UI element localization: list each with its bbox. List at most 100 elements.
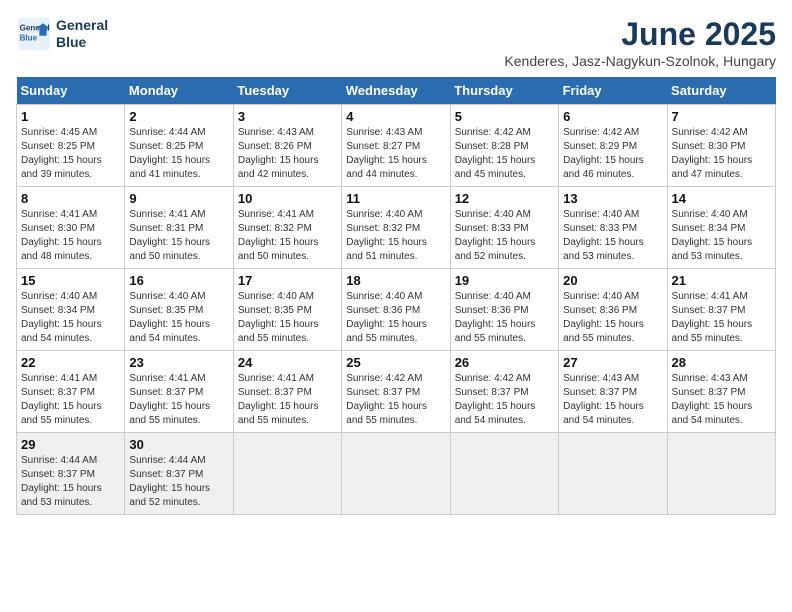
logo: General Blue General Blue (16, 16, 108, 52)
day-number: 11 (346, 191, 445, 206)
calendar-day-cell: 16 Sunrise: 4:40 AM Sunset: 8:35 PM Dayli… (125, 269, 233, 351)
calendar-day-cell: 7 Sunrise: 4:42 AM Sunset: 8:30 PM Daylig… (667, 105, 775, 187)
day-number: 12 (455, 191, 554, 206)
day-number: 15 (21, 273, 120, 288)
calendar-day-cell: 10 Sunrise: 4:41 AM Sunset: 8:32 PM Dayli… (233, 187, 341, 269)
day-info: Sunrise: 4:41 AM Sunset: 8:31 PM Dayligh… (129, 208, 228, 264)
day-info: Sunrise: 4:40 AM Sunset: 8:32 PM Dayligh… (346, 208, 445, 264)
day-number: 24 (238, 355, 337, 370)
weekday-header-tuesday: Tuesday (233, 77, 341, 105)
calendar-day-cell: 22 Sunrise: 4:41 AM Sunset: 8:37 PM Dayli… (17, 351, 125, 433)
calendar-day-cell: 27Sunrise: 4:43 AM Sunset: 8:37 PM Dayli… (559, 351, 667, 433)
day-info: Sunrise: 4:41 AM Sunset: 8:37 PM Dayligh… (21, 372, 120, 428)
day-info: Sunrise: 4:40 AM Sunset: 8:34 PM Dayligh… (21, 290, 120, 346)
weekday-header-wednesday: Wednesday (342, 77, 450, 105)
calendar-day-cell: 24Sunrise: 4:41 AM Sunset: 8:37 PM Dayli… (233, 351, 341, 433)
month-title: June 2025 (504, 16, 776, 53)
calendar-day-cell: 2Sunrise: 4:44 AM Sunset: 8:25 PM Daylig… (125, 105, 233, 187)
calendar-day-cell (342, 433, 450, 515)
day-number: 13 (563, 191, 662, 206)
calendar-day-cell: 25 Sunrise: 4:42 AM Sunset: 8:37 PM Dayli… (342, 351, 450, 433)
day-info: Sunrise: 4:42 AM Sunset: 8:37 PM Dayligh… (346, 372, 445, 428)
calendar-day-cell: 5 Sunrise: 4:42 AM Sunset: 8:28 PM Daylig… (450, 105, 558, 187)
day-number: 29 (21, 437, 120, 452)
calendar-day-cell: 21 Sunrise: 4:41 AM Sunset: 8:37 PM Dayli… (667, 269, 775, 351)
calendar-day-cell: 6 Sunrise: 4:42 AM Sunset: 8:29 PM Daylig… (559, 105, 667, 187)
calendar-week-row: 15 Sunrise: 4:40 AM Sunset: 8:34 PM Dayli… (17, 269, 776, 351)
calendar-day-cell (233, 433, 341, 515)
calendar-week-row: 22 Sunrise: 4:41 AM Sunset: 8:37 PM Dayli… (17, 351, 776, 433)
day-number: 2 (129, 109, 228, 124)
weekday-header-thursday: Thursday (450, 77, 558, 105)
day-info: Sunrise: 4:44 AM Sunset: 8:37 PM Dayligh… (21, 454, 120, 510)
day-number: 16 (129, 273, 228, 288)
day-number: 20 (563, 273, 662, 288)
calendar-day-cell: 26Sunrise: 4:42 AM Sunset: 8:37 PM Dayli… (450, 351, 558, 433)
day-info: Sunrise: 4:42 AM Sunset: 8:28 PM Dayligh… (455, 126, 554, 182)
day-number: 5 (455, 109, 554, 124)
day-number: 21 (672, 273, 771, 288)
calendar-day-cell: 1 Sunrise: 4:45 AM Sunset: 8:25 PM Daylig… (17, 105, 125, 187)
calendar-day-cell (559, 433, 667, 515)
weekday-header-saturday: Saturday (667, 77, 775, 105)
day-number: 6 (563, 109, 662, 124)
day-info: Sunrise: 4:43 AM Sunset: 8:26 PM Dayligh… (238, 126, 337, 182)
day-number: 28 (672, 355, 771, 370)
day-number: 14 (672, 191, 771, 206)
day-info: Sunrise: 4:40 AM Sunset: 8:33 PM Dayligh… (563, 208, 662, 264)
day-number: 25 (346, 355, 445, 370)
day-info: Sunrise: 4:40 AM Sunset: 8:36 PM Dayligh… (563, 290, 662, 346)
svg-text:Blue: Blue (20, 33, 38, 42)
day-number: 4 (346, 109, 445, 124)
calendar-day-cell: 11 Sunrise: 4:40 AM Sunset: 8:32 PM Dayli… (342, 187, 450, 269)
day-number: 22 (21, 355, 120, 370)
day-info: Sunrise: 4:41 AM Sunset: 8:37 PM Dayligh… (129, 372, 228, 428)
calendar-day-cell: 30 Sunrise: 4:44 AM Sunset: 8:37 PM Dayli… (125, 433, 233, 515)
day-number: 7 (672, 109, 771, 124)
day-info: Sunrise: 4:43 AM Sunset: 8:37 PM Dayligh… (563, 372, 662, 428)
day-number: 26 (455, 355, 554, 370)
calendar-day-cell: 12 Sunrise: 4:40 AM Sunset: 8:33 PM Dayli… (450, 187, 558, 269)
day-info: Sunrise: 4:40 AM Sunset: 8:35 PM Dayligh… (129, 290, 228, 346)
logo-text: General Blue (56, 17, 108, 51)
day-info: Sunrise: 4:41 AM Sunset: 8:30 PM Dayligh… (21, 208, 120, 264)
calendar-week-row: 29 Sunrise: 4:44 AM Sunset: 8:37 PM Dayli… (17, 433, 776, 515)
day-info: Sunrise: 4:40 AM Sunset: 8:33 PM Dayligh… (455, 208, 554, 264)
day-info: Sunrise: 4:44 AM Sunset: 8:37 PM Dayligh… (129, 454, 228, 510)
calendar-day-cell: 29 Sunrise: 4:44 AM Sunset: 8:37 PM Dayli… (17, 433, 125, 515)
day-number: 10 (238, 191, 337, 206)
calendar-day-cell: 28 Sunrise: 4:43 AM Sunset: 8:37 PM Dayli… (667, 351, 775, 433)
header: General Blue General Blue June 2025 Kend… (16, 16, 776, 69)
day-number: 23 (129, 355, 228, 370)
weekday-header-sunday: Sunday (17, 77, 125, 105)
calendar-day-cell (450, 433, 558, 515)
calendar-day-cell: 4 Sunrise: 4:43 AM Sunset: 8:27 PM Daylig… (342, 105, 450, 187)
calendar-week-row: 8 Sunrise: 4:41 AM Sunset: 8:30 PM Daylig… (17, 187, 776, 269)
day-info: Sunrise: 4:43 AM Sunset: 8:27 PM Dayligh… (346, 126, 445, 182)
day-info: Sunrise: 4:45 AM Sunset: 8:25 PM Dayligh… (21, 126, 120, 182)
day-info: Sunrise: 4:43 AM Sunset: 8:37 PM Dayligh… (672, 372, 771, 428)
calendar-day-cell: 13 Sunrise: 4:40 AM Sunset: 8:33 PM Dayli… (559, 187, 667, 269)
weekday-header-friday: Friday (559, 77, 667, 105)
title-area: June 2025 Kenderes, Jasz-Nagykun-Szolnok… (504, 16, 776, 69)
day-number: 1 (21, 109, 120, 124)
calendar-day-cell: 14Sunrise: 4:40 AM Sunset: 8:34 PM Dayli… (667, 187, 775, 269)
calendar-week-row: 1 Sunrise: 4:45 AM Sunset: 8:25 PM Daylig… (17, 105, 776, 187)
calendar-day-cell: 18Sunrise: 4:40 AM Sunset: 8:36 PM Dayli… (342, 269, 450, 351)
calendar-day-cell (667, 433, 775, 515)
day-number: 18 (346, 273, 445, 288)
day-info: Sunrise: 4:42 AM Sunset: 8:30 PM Dayligh… (672, 126, 771, 182)
day-info: Sunrise: 4:41 AM Sunset: 8:37 PM Dayligh… (672, 290, 771, 346)
calendar-day-cell: 19Sunrise: 4:40 AM Sunset: 8:36 PM Dayli… (450, 269, 558, 351)
weekday-header-row: SundayMondayTuesdayWednesdayThursdayFrid… (17, 77, 776, 105)
day-number: 17 (238, 273, 337, 288)
calendar-day-cell: 8 Sunrise: 4:41 AM Sunset: 8:30 PM Daylig… (17, 187, 125, 269)
day-info: Sunrise: 4:41 AM Sunset: 8:32 PM Dayligh… (238, 208, 337, 264)
day-number: 8 (21, 191, 120, 206)
day-info: Sunrise: 4:42 AM Sunset: 8:29 PM Dayligh… (563, 126, 662, 182)
logo-icon: General Blue (16, 16, 52, 52)
day-number: 30 (129, 437, 228, 452)
day-number: 3 (238, 109, 337, 124)
calendar-day-cell: 23 Sunrise: 4:41 AM Sunset: 8:37 PM Dayli… (125, 351, 233, 433)
day-info: Sunrise: 4:40 AM Sunset: 8:36 PM Dayligh… (455, 290, 554, 346)
